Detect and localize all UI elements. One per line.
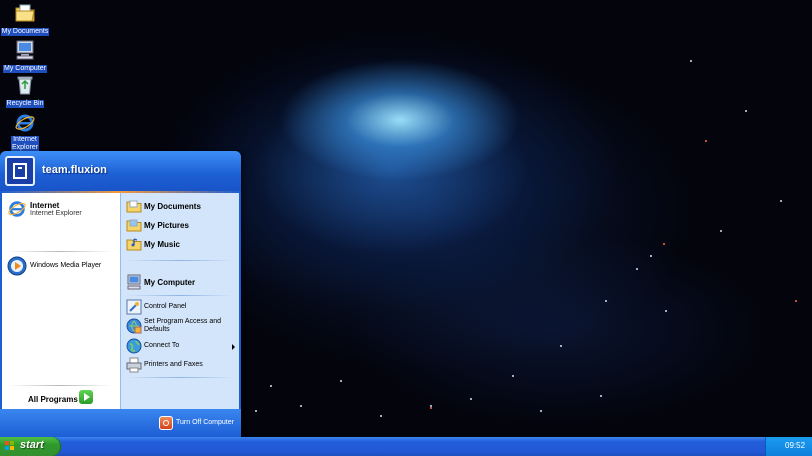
start-menu-header: team.fluxion <box>0 151 241 191</box>
star <box>665 310 667 312</box>
desktop-icon-label: My Documents <box>0 28 50 36</box>
recent-label: Windows Media Player <box>30 262 102 269</box>
recycle-bin-icon <box>14 74 36 96</box>
my-computer-icon <box>14 39 36 61</box>
submenu-arrow-icon <box>232 344 235 350</box>
star <box>340 380 342 382</box>
system-tray: 09:52 <box>765 437 812 456</box>
link-label: My Computer <box>144 278 196 287</box>
pinned-subtitle: Internet Explorer <box>30 210 82 217</box>
internet-explorer-icon <box>7 199 27 221</box>
all-programs-label[interactable]: All Programs <box>28 395 78 404</box>
star <box>560 345 562 347</box>
desktop-icon-my-documents[interactable]: My Documents <box>0 2 50 36</box>
link-my-documents[interactable]: My Documents <box>126 198 236 214</box>
taskbar: start 09:52 <box>0 437 812 456</box>
star <box>780 200 782 202</box>
link-connect-to[interactable]: Connect To <box>126 338 236 354</box>
link-printers-faxes[interactable]: Printers and Faxes <box>126 357 236 373</box>
star <box>470 398 472 400</box>
power-icon <box>159 416 173 430</box>
folder-documents-icon <box>126 198 142 216</box>
star <box>380 415 382 417</box>
star <box>795 300 797 302</box>
link-set-program-access[interactable]: Set Program Access and Defaults <box>126 318 236 336</box>
link-label: Control Panel <box>144 303 187 310</box>
left-separator <box>8 385 112 386</box>
printer-icon <box>126 357 142 375</box>
link-my-computer[interactable]: My Computer <box>126 274 236 290</box>
my-computer-icon <box>126 274 142 292</box>
star <box>636 268 638 270</box>
star <box>270 385 272 387</box>
user-avatar[interactable] <box>5 156 35 186</box>
link-label: My Music <box>144 240 181 249</box>
my-documents-icon <box>14 2 36 24</box>
right-separator <box>127 295 233 296</box>
desktop-icon-recycle-bin[interactable]: Recycle Bin <box>0 74 50 108</box>
star <box>705 140 707 142</box>
pinned-title: Internet <box>30 201 60 210</box>
star <box>512 375 514 377</box>
start-menu-left-panel: Internet Internet Explorer Windows Media… <box>2 193 120 409</box>
control-panel-icon <box>126 299 142 317</box>
network-globe-icon <box>126 338 142 356</box>
link-label: Connect To <box>144 342 180 349</box>
link-label: My Pictures <box>144 221 189 230</box>
internet-explorer-icon <box>14 112 36 134</box>
turn-off-label: Turn Off Computer <box>176 419 234 426</box>
desktop-icon-label: Recycle Bin <box>5 100 45 108</box>
program-access-icon <box>126 318 142 336</box>
link-my-pictures[interactable]: My Pictures <box>126 217 236 233</box>
star <box>605 300 607 302</box>
desktop-icon-internet-explorer[interactable]: Internet Explorer <box>0 112 50 152</box>
link-control-panel[interactable]: Control Panel <box>126 299 236 315</box>
right-separator <box>127 377 233 378</box>
all-programs-arrow-icon[interactable] <box>79 390 93 404</box>
star <box>745 110 747 112</box>
star <box>720 230 722 232</box>
clock[interactable]: 09:52 <box>785 441 805 450</box>
star <box>300 405 302 407</box>
turn-off-computer-button[interactable]: Turn Off Computer <box>159 416 239 432</box>
star <box>540 410 542 412</box>
right-separator <box>127 260 233 261</box>
star <box>430 407 432 409</box>
recent-windows-media-player[interactable]: Windows Media Player <box>7 256 117 276</box>
desktop-icon-my-computer[interactable]: My Computer <box>0 39 50 73</box>
start-label: start <box>20 439 44 451</box>
star <box>600 395 602 397</box>
start-menu: team.fluxion Internet Internet Explorer … <box>0 151 241 437</box>
link-label: Printers and Faxes <box>144 361 203 368</box>
star <box>255 410 257 412</box>
link-label: My Documents <box>144 202 201 211</box>
start-button[interactable]: start <box>0 437 61 456</box>
folder-pictures-icon <box>126 217 142 235</box>
folder-music-icon <box>126 236 142 254</box>
username: team.fluxion <box>42 164 107 176</box>
desktop-icon-label: My Computer <box>2 65 47 73</box>
media-player-icon <box>7 256 27 278</box>
desktop-icon-label: Internet Explorer <box>10 136 40 152</box>
star <box>690 60 692 62</box>
link-my-music[interactable]: My Music <box>126 236 236 252</box>
pinned-internet-explorer[interactable]: Internet Internet Explorer <box>7 199 117 221</box>
left-separator <box>8 251 112 252</box>
star <box>663 243 665 245</box>
windows-logo-icon <box>5 441 15 451</box>
star <box>650 255 652 257</box>
link-label: Set Program Access and Defaults <box>144 318 222 333</box>
start-menu-right-panel: My Documents My Pictures My Music My Com… <box>120 193 239 409</box>
